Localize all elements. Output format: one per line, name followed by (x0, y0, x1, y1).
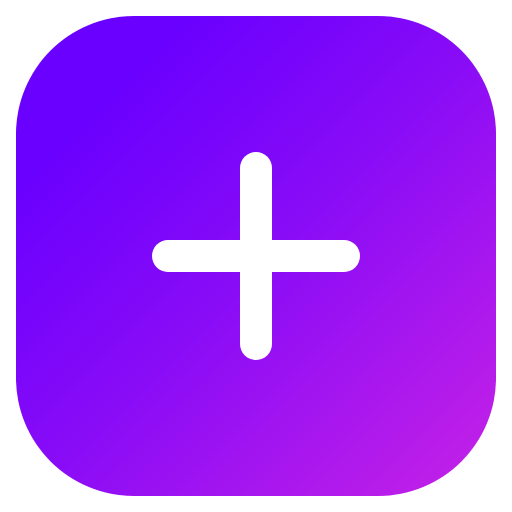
plus-icon (152, 152, 360, 360)
canvas (0, 0, 512, 512)
add-app-tile[interactable] (16, 16, 496, 496)
